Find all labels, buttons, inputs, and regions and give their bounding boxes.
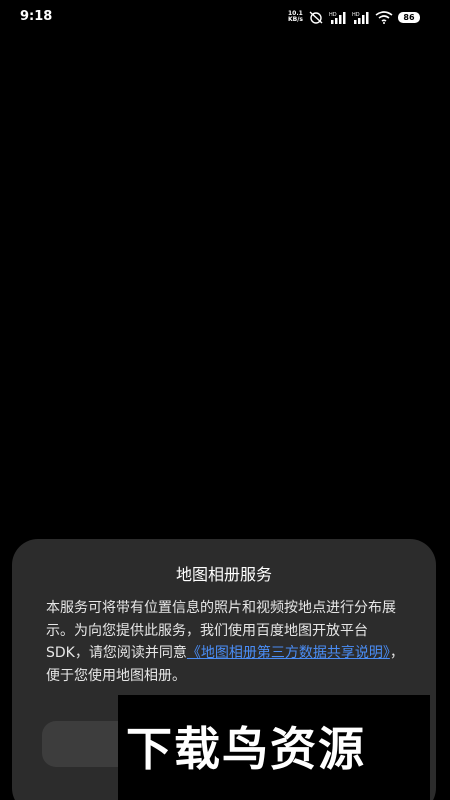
net-speed-unit: KB/s: [288, 16, 303, 23]
dialog-title: 地图相册服务: [175, 565, 272, 584]
signal-hd-icon: HD: [329, 11, 346, 24]
alarm-off-icon: [309, 10, 323, 24]
data-sharing-link[interactable]: 《地图相册第三方数据共享说明》: [187, 645, 390, 661]
status-time: 9:18: [20, 9, 53, 24]
watermark-text: 下载鸟资源: [126, 722, 366, 776]
svg-text:HD: HD: [352, 12, 360, 18]
watermark: 下载鸟资源: [118, 695, 430, 800]
status-bar: 9:18 10.1 KB/s HD HD 86: [0, 0, 450, 34]
battery-level: 86: [403, 12, 415, 22]
wifi-icon: [375, 10, 393, 24]
svg-text:HD: HD: [329, 12, 337, 18]
dialog-body: 本服务可将带有位置信息的照片和视频按地点进行分布展示。为向您提供此服务，我们使用…: [46, 597, 404, 687]
signal-icon: HD: [352, 11, 369, 24]
network-speed-icon: 10.1 KB/s: [288, 11, 303, 23]
battery-icon: 86: [398, 11, 420, 23]
status-icons: 10.1 KB/s HD HD 86: [288, 10, 420, 24]
